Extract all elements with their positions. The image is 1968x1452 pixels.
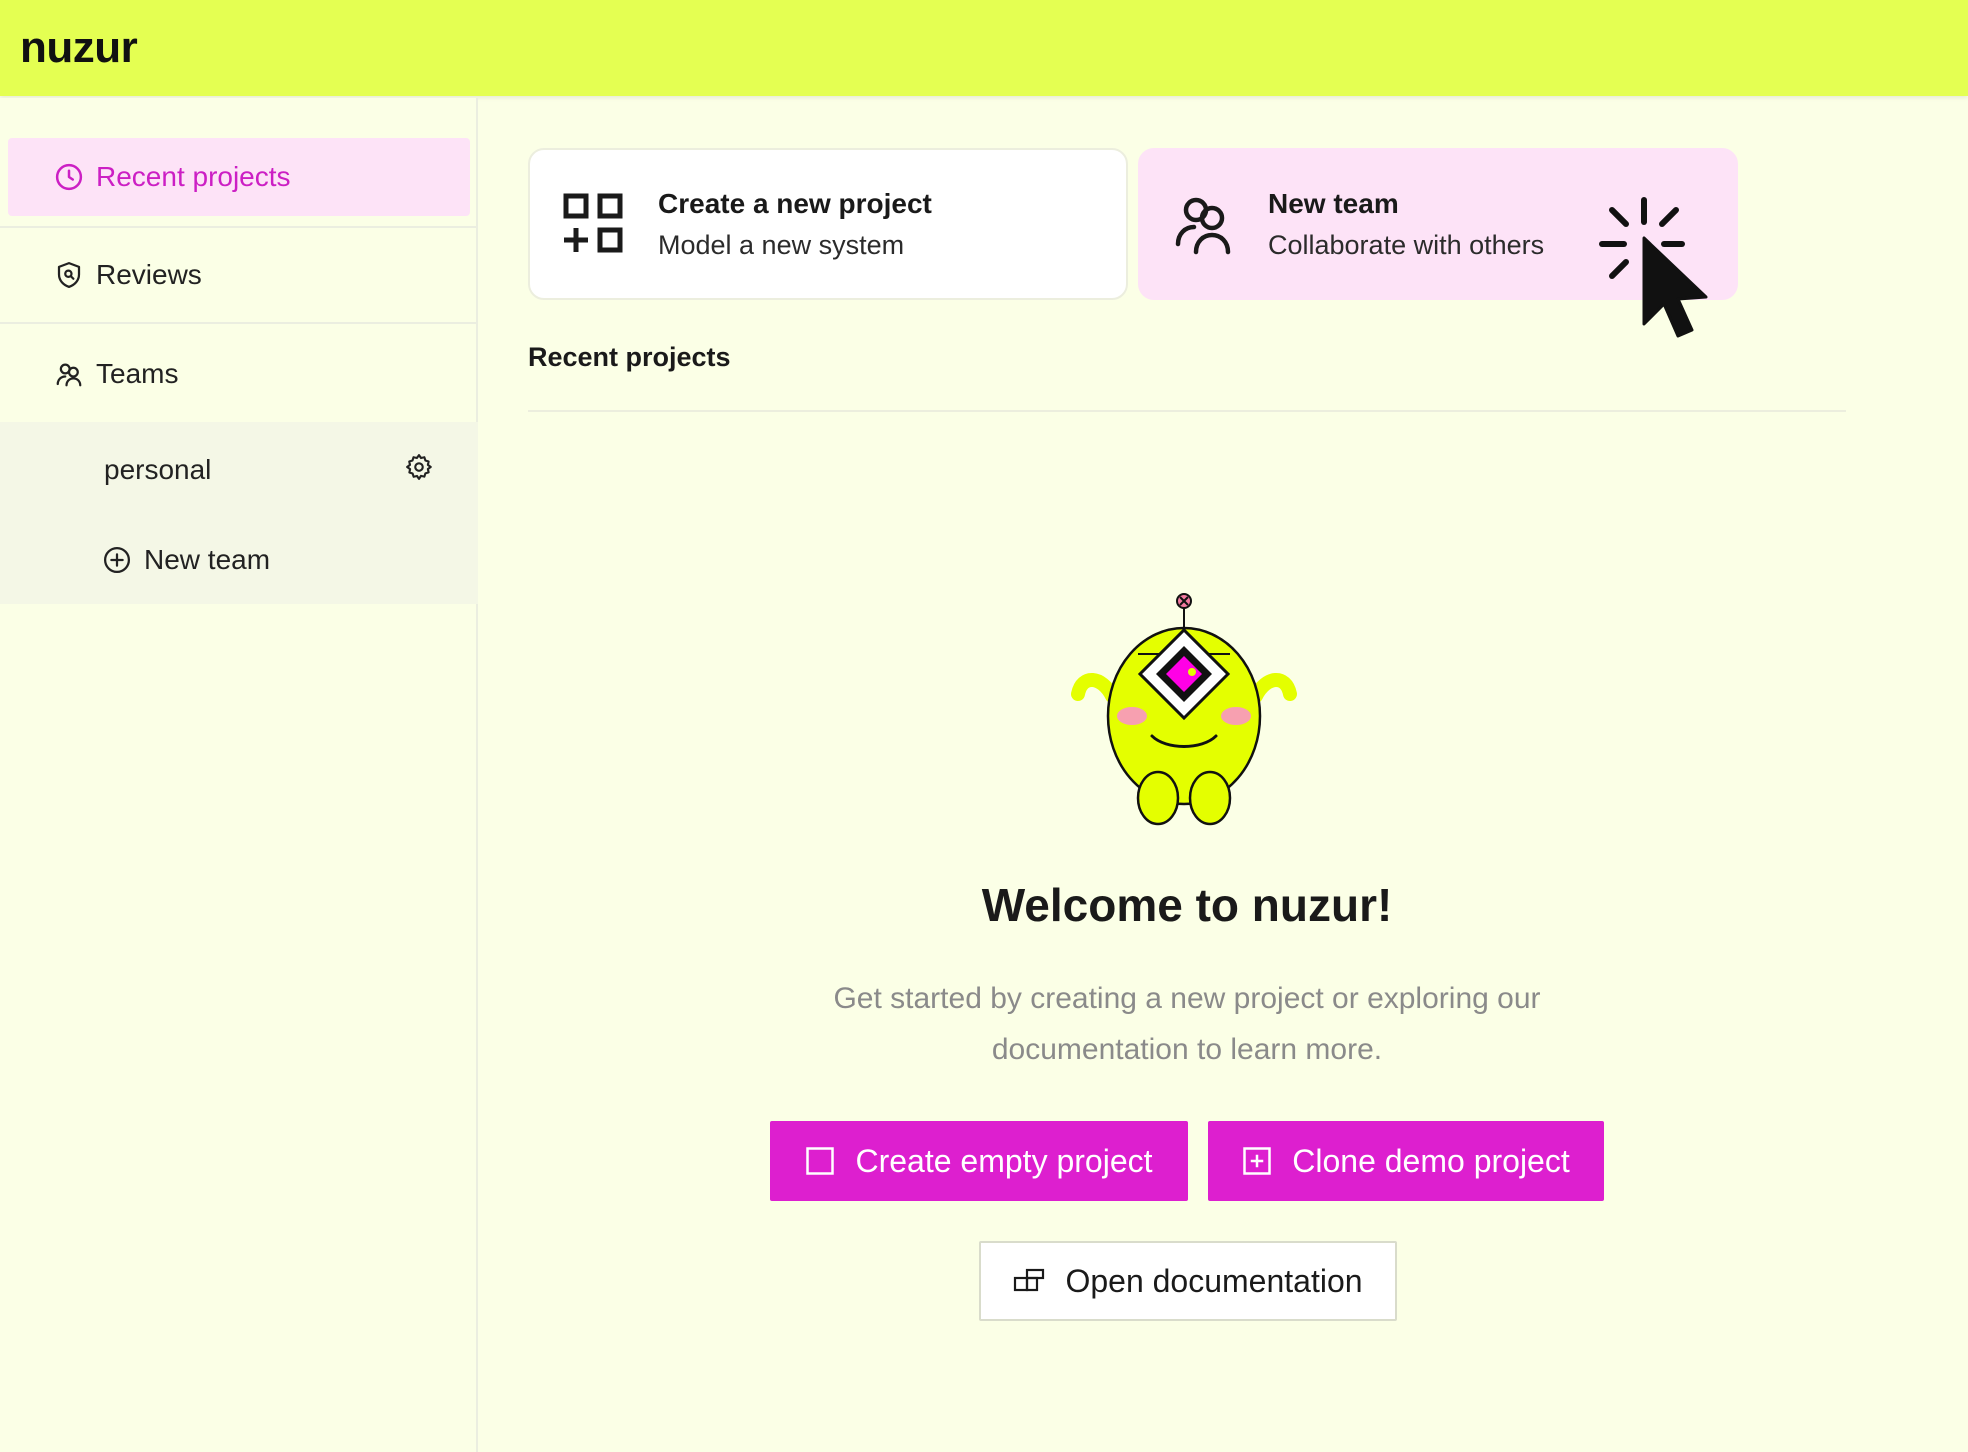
card-title: New team bbox=[1268, 187, 1399, 219]
open-documentation-button[interactable]: Open documentation bbox=[979, 1241, 1397, 1321]
click-cursor-icon bbox=[1599, 197, 1708, 338]
card-text: Create a new project Model a new system bbox=[658, 188, 932, 261]
card-subtitle: Collaborate with others bbox=[1268, 229, 1545, 260]
new-team-link[interactable]: New team bbox=[102, 534, 270, 586]
team-item-personal[interactable]: personal bbox=[104, 444, 434, 496]
welcome-text: Get started by creating a new project or… bbox=[833, 982, 1541, 1066]
documentation-icon bbox=[1013, 1268, 1045, 1294]
button-label: Clone demo project bbox=[1292, 1142, 1570, 1179]
shield-search-icon bbox=[54, 260, 84, 290]
new-team-label: New team bbox=[144, 544, 271, 575]
gear-icon[interactable] bbox=[404, 452, 434, 489]
welcome-title: Welcome to nuzur! bbox=[981, 879, 1393, 931]
button-label: Open documentation bbox=[1065, 1262, 1363, 1299]
mascot-illustration bbox=[1071, 593, 1297, 826]
button-label: Create empty project bbox=[855, 1142, 1153, 1179]
sidebar-item-label: Teams bbox=[96, 358, 179, 389]
sidebar-item-recent-projects[interactable]: Recent projects bbox=[8, 138, 470, 216]
section-title: Recent projects bbox=[528, 342, 731, 372]
create-project-card[interactable]: Create a new project Model a new system bbox=[528, 148, 1128, 300]
team-item-label: personal bbox=[104, 454, 212, 485]
create-empty-project-button[interactable]: Create empty project bbox=[770, 1121, 1188, 1201]
top-bar: nuzur bbox=[0, 0, 1968, 96]
plus-circle-icon bbox=[102, 545, 132, 575]
users-icon bbox=[1172, 192, 1236, 256]
sidebar-item-label: Recent projects bbox=[96, 161, 291, 192]
sidebar-item-label: Reviews bbox=[96, 259, 202, 290]
sidebar-item-reviews[interactable]: Reviews bbox=[0, 228, 478, 324]
users-icon bbox=[54, 359, 84, 389]
card-text: New team Collaborate with others bbox=[1268, 188, 1544, 261]
app-logo[interactable]: nuzur bbox=[20, 23, 138, 73]
clock-icon bbox=[54, 162, 84, 192]
clone-demo-project-button[interactable]: Clone demo project bbox=[1208, 1121, 1604, 1201]
sidebar: Recent projects Reviews Teams personal N… bbox=[0, 98, 478, 1452]
sidebar-item-teams[interactable]: Teams bbox=[0, 326, 478, 422]
card-subtitle: Model a new system bbox=[658, 229, 905, 260]
main-content: Create a new project Model a new system … bbox=[480, 98, 1968, 1452]
card-title: Create a new project bbox=[658, 187, 932, 219]
divider bbox=[528, 410, 1846, 412]
square-plus-icon bbox=[1242, 1146, 1272, 1176]
square-icon bbox=[805, 1146, 835, 1176]
teams-submenu: personal New team bbox=[0, 422, 478, 604]
grid-plus-icon bbox=[562, 192, 626, 256]
